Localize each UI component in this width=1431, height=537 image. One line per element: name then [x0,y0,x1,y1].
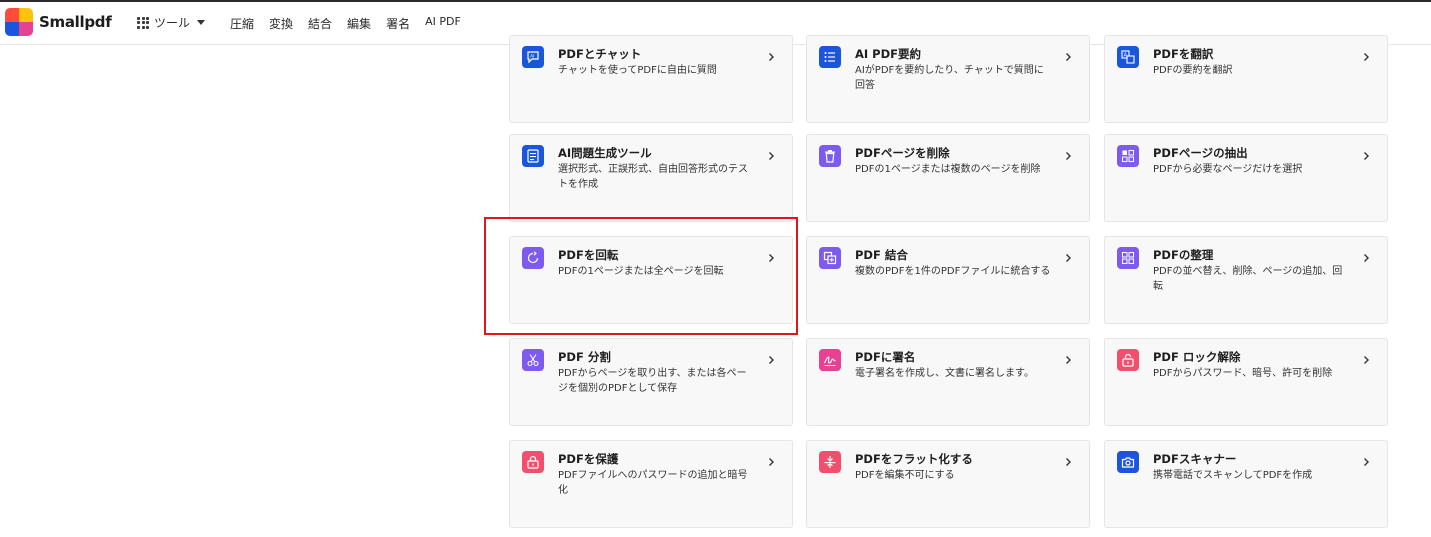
tool-card-title: PDFとチャット [558,47,642,61]
chevron-right-icon [766,452,776,466]
chevron-right-icon [766,248,776,262]
unlock-icon [1117,349,1139,371]
flatten-icon [819,451,841,473]
tool-card-description: PDFの並べ替え、削除、ページの追加、回転 [1153,266,1343,292]
tool-card[interactable]: PDFに署名電子署名を作成し、文書に署名します。 [806,338,1090,426]
chevron-right-icon [1361,350,1371,364]
tool-card-description: 携帯電話でスキャンしてPDFを作成 [1153,470,1313,481]
chevron-right-icon [766,350,776,364]
tool-card-description: AIがPDFを要約したり、チャットで質問に回答 [855,65,1044,91]
tool-card-title: PDFをフラット化する [855,452,973,466]
tool-card-description: PDFの要約を翻訳 [1153,65,1233,76]
tool-card-description: 選択形式、正誤形式、自由回答形式のテストを作成 [558,164,748,190]
nav-link-ai-pdf[interactable]: AI PDF [425,15,461,32]
translate-icon: A [1117,46,1139,68]
tool-card[interactable]: PDF ロック解除 PDFからパスワード、暗号、許可を削除 [1104,338,1388,426]
chevron-right-icon [1361,248,1371,262]
tool-card[interactable]: PDFを保護 PDFファイルへのパスワードの追加と暗号化 [509,440,793,528]
tool-card-title: PDF ロック解除 [1153,350,1241,364]
chevron-right-icon [766,47,776,61]
tool-card[interactable]: PDF 分割 PDFからページを取り出す、または各ページを個別のPDFとして保存 [509,338,793,426]
scissors-icon [522,349,544,371]
tool-card-description: PDFからパスワード、暗号、許可を削除 [1153,368,1333,379]
tool-card-description: PDFを編集不可にする [855,470,955,481]
tool-card-title: PDFに署名 [855,350,916,364]
svg-text:AI: AI [530,53,534,58]
lock-icon [522,451,544,473]
trash-icon [819,145,841,167]
chevron-right-icon [1063,146,1073,160]
rotate-icon [522,247,544,269]
tool-card[interactable]: PDFを回転 PDFの1ページまたは全ページを回転 [509,236,793,324]
nav-link-merge[interactable]: 結合 [308,15,332,32]
tool-card[interactable]: AI PDFとチャットチャットを使ってPDFに自由に質問 [509,35,793,123]
camera-icon [1117,451,1139,473]
tool-card-title: PDFページを削除 [855,146,950,160]
tool-card-description: チャットを使ってPDFに自由に質問 [558,65,717,76]
chevron-right-icon [1063,248,1073,262]
tool-card-title: PDF 分割 [558,350,611,364]
tools-menu-label: ツール [154,16,191,30]
nav-link-edit[interactable]: 編集 [347,15,371,32]
chevron-right-icon [1063,350,1073,364]
tool-card[interactable]: PDF 結合複数のPDFを1件のPDFファイルに統合する [806,236,1090,324]
chevron-right-icon [1063,47,1073,61]
nav-link-sign[interactable]: 署名 [386,15,410,32]
chevron-right-icon [1361,146,1371,160]
tool-card-title: PDFを翻訳 [1153,47,1214,61]
chevron-right-icon [1361,452,1371,466]
tool-card-title: PDF 結合 [855,248,908,262]
tool-card-description: PDFからページを取り出す、または各ページを個別のPDFとして保存 [558,368,747,394]
tool-card[interactable]: PDFページの抽出 PDFから必要なページだけを選択 [1104,134,1388,222]
nav-link-convert[interactable]: 変換 [269,15,293,32]
tool-card-title: PDFを回転 [558,248,619,262]
tool-card-title: PDFスキャナー [1153,452,1237,466]
nav-link-compress[interactable]: 圧縮 [230,15,254,32]
tool-card-title: PDFの整理 [1153,248,1214,262]
tool-card-title: AI PDF要約 [855,47,922,61]
tool-card-description: PDFファイルへのパスワードの追加と暗号化 [558,470,748,496]
brand-name[interactable]: Smallpdf [39,13,112,31]
tool-card-description: 電子署名を作成し、文書に署名します。 [855,368,1034,379]
chevron-right-icon [766,146,776,160]
signature-icon [819,349,841,371]
tool-card[interactable]: PDFページを削除 PDFの1ページまたは複数のページを削除 [806,134,1090,222]
tool-card-description: PDFから必要なページだけを選択 [1153,164,1303,175]
tool-card[interactable]: AI問題生成ツール選択形式、正誤形式、自由回答形式のテストを作成 [509,134,793,222]
quiz-icon [522,145,544,167]
nav-links: 圧縮 変換 結合 編集 署名 AI PDF [230,15,461,32]
merge-icon [819,247,841,269]
chat-ai-icon: AI [522,46,544,68]
chevron-down-icon [197,20,206,25]
tool-card[interactable]: A PDFを翻訳 PDFの要約を翻訳 [1104,35,1388,123]
organize-icon [1117,247,1139,269]
apps-grid-icon [137,16,149,29]
tool-card-description: PDFの1ページまたは全ページを回転 [558,266,724,277]
smallpdf-logo-icon[interactable] [5,8,33,36]
tool-card[interactable]: PDFスキャナー携帯電話でスキャンしてPDFを作成 [1104,440,1388,528]
tool-card[interactable]: PDFの整理 PDFの並べ替え、削除、ページの追加、回転 [1104,236,1388,324]
tool-card[interactable]: AI PDF要約 AIがPDFを要約したり、チャットで質問に回答 [806,35,1090,123]
tools-menu-button[interactable]: ツール [137,14,206,31]
tool-card-description: 複数のPDFを1件のPDFファイルに統合する [855,266,1051,277]
tool-card-title: PDFを保護 [558,452,619,466]
tool-card-title: AI問題生成ツール [558,146,652,160]
tool-card-title: PDFページの抽出 [1153,146,1248,160]
svg-text:A: A [1124,53,1128,59]
list-icon [819,46,841,68]
tool-card-description: PDFの1ページまたは複数のページを削除 [855,164,1041,175]
chevron-right-icon [1361,47,1371,61]
extract-icon [1117,145,1139,167]
chevron-right-icon [1063,452,1073,466]
tool-card[interactable]: PDFをフラット化する PDFを編集不可にする [806,440,1090,528]
